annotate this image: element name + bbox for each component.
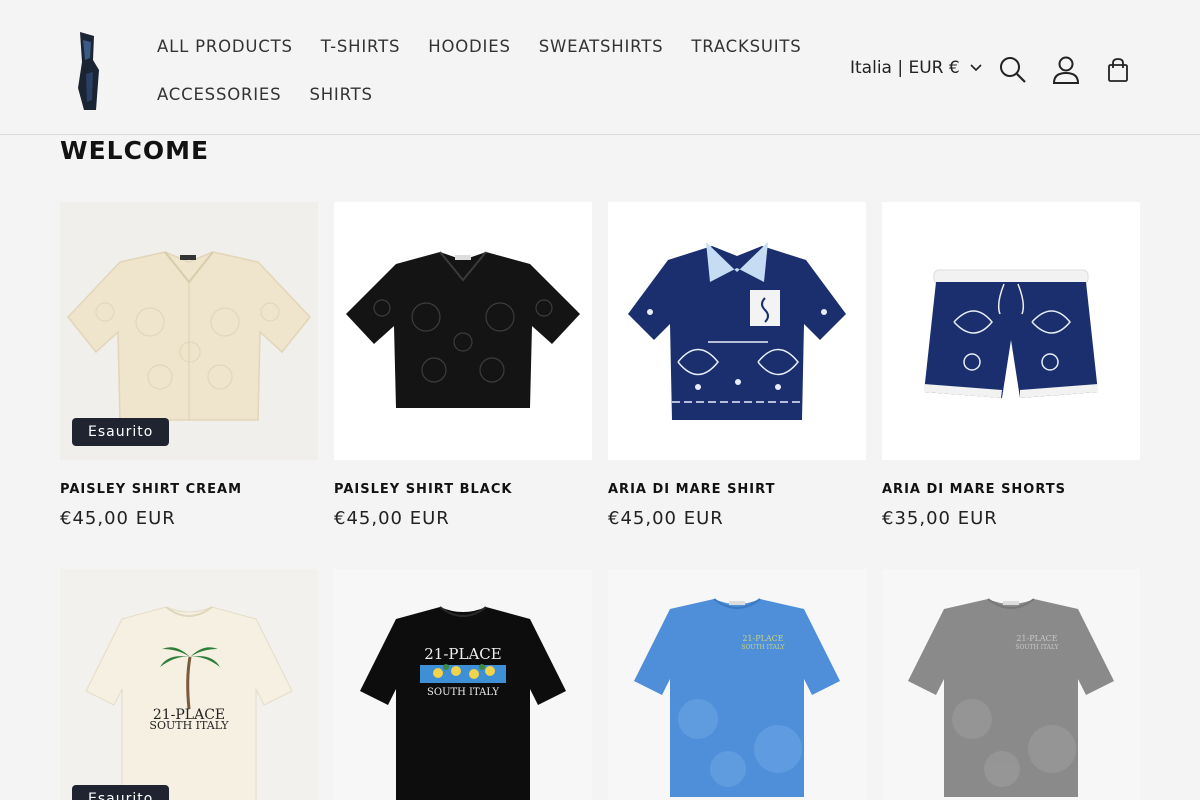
- product-title[interactable]: PAISLEY SHIRT BLACK: [334, 482, 592, 497]
- black-lemon-tshirt-image: 21-PLACE SOUTH ITALY: [360, 606, 566, 800]
- nav-tracksuits[interactable]: TRACKSUITS: [677, 37, 815, 56]
- nav-shirts[interactable]: SHIRTS: [295, 85, 386, 104]
- country-currency-selector[interactable]: Italia | EUR €: [850, 58, 982, 78]
- cream-palm-tshirt-image: 21-PLACE SOUTH ITALY: [85, 606, 293, 800]
- product-image[interactable]: [608, 202, 866, 460]
- product-price: €45,00 EUR: [60, 508, 176, 529]
- product-image[interactable]: 21-PLACE SOUTH ITALY: [608, 569, 866, 800]
- product-title[interactable]: ARIA DI MARE SHIRT: [608, 482, 866, 497]
- brand-logo[interactable]: [74, 30, 102, 112]
- print-brand-text: 21-PLACE: [424, 645, 501, 663]
- product-card[interactable]: ARIA DI MARE SHIRT €45,00 EUR: [608, 202, 866, 529]
- nav-sweatshirts[interactable]: SWEATSHIRTS: [525, 37, 678, 56]
- product-card[interactable]: 21-PLACE SOUTH ITALY Esaurito: [60, 569, 318, 800]
- navy-paisley-shorts-image: [924, 269, 1098, 398]
- product-card[interactable]: ARIA DI MARE SHORTS €35,00 EUR: [882, 202, 1140, 529]
- account-icon[interactable]: [1050, 54, 1082, 86]
- product-image[interactable]: Esaurito: [60, 202, 318, 460]
- main-navigation: ALL PRODUCTS T-SHIRTS HOODIES SWEATSHIRT…: [143, 22, 803, 118]
- print-tagline-text: SOUTH ITALY: [149, 719, 229, 732]
- sold-out-badge: Esaurito: [72, 418, 170, 446]
- page-heading: WELCOME: [60, 136, 210, 165]
- product-price: €45,00 EUR: [608, 508, 724, 529]
- product-image[interactable]: [882, 202, 1140, 460]
- product-card[interactable]: Esaurito PAISLEY SHIRT CREAM €45,00 EUR: [60, 202, 318, 529]
- product-image[interactable]: 21-PLACE SOUTH ITALY: [882, 569, 1140, 800]
- print-brand-text: 21-PLACE: [1016, 634, 1057, 643]
- product-price: €45,00 EUR: [334, 508, 450, 529]
- nav-t-shirts[interactable]: T-SHIRTS: [307, 37, 414, 56]
- cart-icon[interactable]: [1102, 54, 1134, 86]
- black-lace-shirt-image: [346, 251, 580, 408]
- print-tagline-text: SOUTH ITALY: [741, 644, 785, 651]
- product-image[interactable]: 21-PLACE SOUTH ITALY: [334, 569, 592, 800]
- grey-washed-tshirt-image: 21-PLACE SOUTH ITALY: [908, 598, 1114, 797]
- locale-label: Italia | EUR €: [850, 58, 960, 78]
- product-card[interactable]: 21-PLACE SOUTH ITALY: [334, 569, 592, 800]
- product-card[interactable]: 21-PLACE SOUTH ITALY: [882, 569, 1140, 800]
- chevron-down-icon: [970, 64, 982, 72]
- print-brand-text: 21-PLACE: [742, 634, 783, 643]
- nav-row-1: ALL PRODUCTS T-SHIRTS HOODIES SWEATSHIRT…: [143, 22, 803, 70]
- product-price: €35,00 EUR: [882, 508, 998, 529]
- sold-out-badge: Esaurito: [72, 785, 170, 800]
- nav-accessories[interactable]: ACCESSORIES: [143, 85, 295, 104]
- search-icon[interactable]: [997, 54, 1029, 86]
- product-card[interactable]: 21-PLACE SOUTH ITALY: [608, 569, 866, 800]
- product-title[interactable]: PAISLEY SHIRT CREAM: [60, 482, 318, 497]
- product-image[interactable]: 21-PLACE SOUTH ITALY Esaurito: [60, 569, 318, 800]
- nav-all-products[interactable]: ALL PRODUCTS: [143, 37, 307, 56]
- nav-row-2: ACCESSORIES SHIRTS: [143, 70, 803, 118]
- blue-washed-tshirt-image: 21-PLACE SOUTH ITALY: [634, 598, 840, 797]
- navy-paisley-shirt-image: [628, 242, 846, 420]
- site-header: ALL PRODUCTS T-SHIRTS HOODIES SWEATSHIRT…: [0, 0, 1200, 135]
- print-tagline-text: SOUTH ITALY: [1015, 644, 1059, 651]
- nav-hoodies[interactable]: HOODIES: [414, 37, 524, 56]
- product-image[interactable]: [334, 202, 592, 460]
- print-tagline-text: SOUTH ITALY: [427, 687, 499, 698]
- product-title[interactable]: ARIA DI MARE SHORTS: [882, 482, 1140, 497]
- product-card[interactable]: PAISLEY SHIRT BLACK €45,00 EUR: [334, 202, 592, 529]
